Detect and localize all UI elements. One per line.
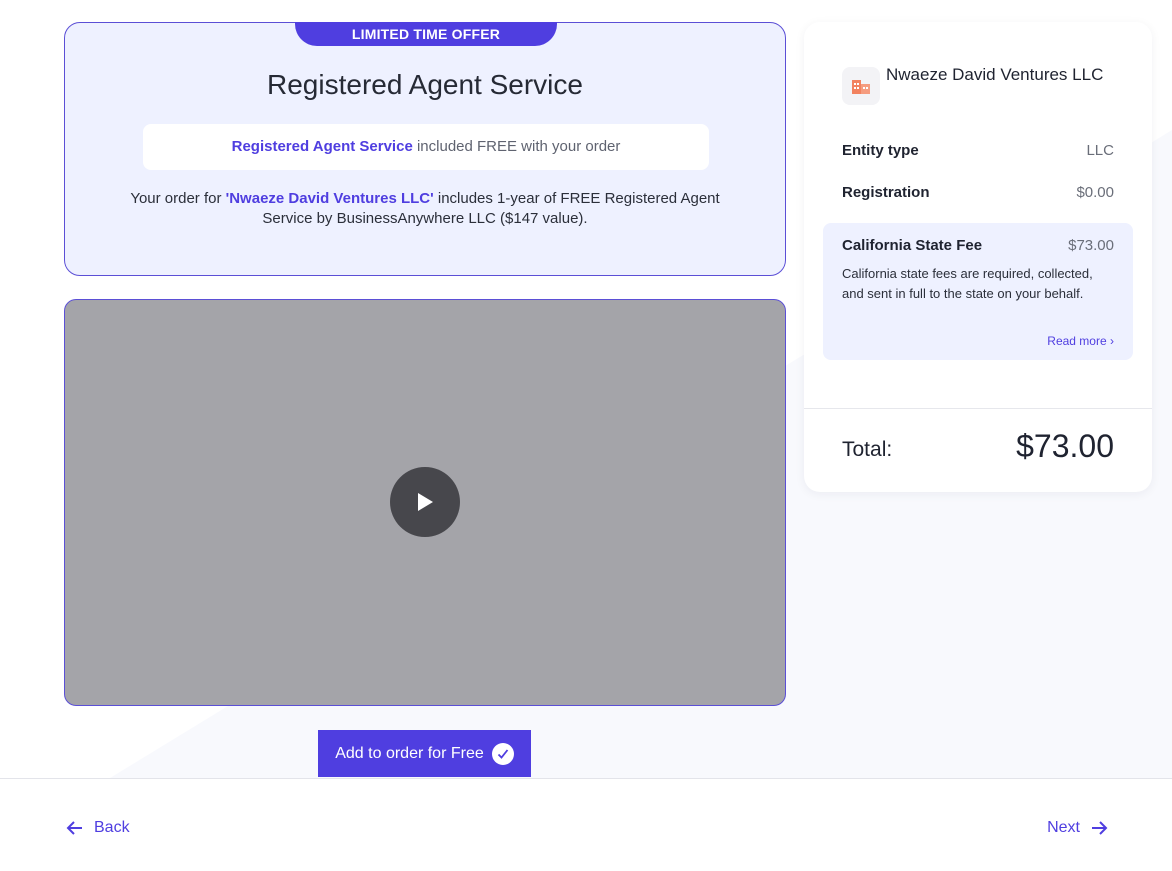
offer-desc-before: Your order for [130,190,226,207]
add-to-order-button[interactable]: Add to order for Free [318,730,531,777]
total-label: Total: [842,438,893,461]
company-name: Nwaeze David Ventures LLC [886,65,1104,84]
summary-divider [804,408,1152,409]
read-more-label: Read more [1047,334,1107,348]
play-button[interactable] [390,467,460,537]
registration-label: Registration [842,184,930,201]
state-fee-description: California state fees are required, coll… [842,266,1093,301]
add-to-order-label: Add to order for Free [335,744,484,762]
arrow-right-icon [1092,821,1108,835]
next-label: Next [1047,819,1080,836]
state-fee-label: California State Fee [842,237,983,254]
offer-pill-highlight: Registered Agent Service [231,138,413,155]
state-fee-box: California State Fee $73.00 California s… [823,223,1133,360]
total-value: $73.00 [1016,428,1114,464]
footer-nav: Back Next [0,778,1172,871]
registration-value: $0.00 [1076,184,1114,201]
offer-card: LIMITED TIME OFFER Registered Agent Serv… [64,22,786,276]
play-icon [418,493,433,511]
check-icon [491,742,514,765]
building-icon [842,67,880,105]
summary-row-entity-type: Entity type LLC [842,142,1114,159]
offer-description: Your order for 'Nwaeze David Ventures LL… [125,189,725,229]
offer-title: Registered Agent Service [267,69,583,100]
back-button[interactable]: Back [66,819,130,837]
offer-pill-text: included FREE with your order [412,138,621,155]
next-button[interactable]: Next [1047,819,1108,837]
entity-type-label: Entity type [842,142,919,159]
chevron-right-icon: › [1110,334,1114,348]
order-summary-card: Nwaeze David Ventures LLC Entity type LL… [804,22,1152,492]
entity-type-value: LLC [1086,142,1114,159]
state-fee-header: California State Fee $73.00 [842,237,1114,254]
video-player[interactable] [64,299,786,706]
back-label: Back [94,819,130,836]
offer-desc-company: 'Nwaeze David Ventures LLC' [225,190,434,207]
read-more-link[interactable]: Read more › [1047,334,1114,348]
offer-pill: Registered Agent Service included FREE w… [143,124,709,170]
offer-ribbon: LIMITED TIME OFFER [295,22,557,46]
state-fee-value: $73.00 [1068,237,1114,254]
summary-row-registration: Registration $0.00 [842,184,1114,201]
arrow-left-icon [66,821,82,835]
